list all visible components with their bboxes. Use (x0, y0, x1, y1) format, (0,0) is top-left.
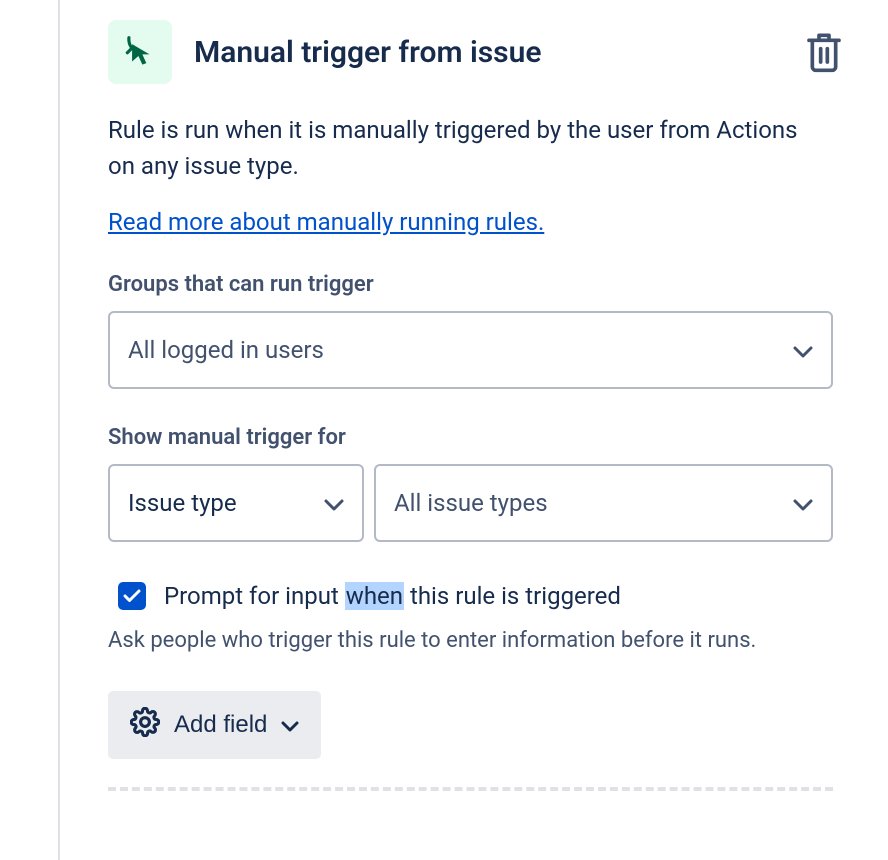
chevron-down-icon (793, 489, 813, 517)
add-field-label: Add field (174, 711, 267, 739)
manual-trigger-icon (108, 20, 172, 84)
add-field-button[interactable]: Add field (108, 691, 321, 759)
filter-value-text: All issue types (394, 489, 548, 517)
prompt-input-label: Prompt for input when this rule is trigg… (164, 582, 621, 610)
chevron-down-icon (324, 489, 344, 517)
filter-type-value: Issue type (128, 489, 237, 517)
filter-type-select[interactable]: Issue type (108, 464, 364, 542)
page-title: Manual trigger from issue (194, 35, 542, 70)
prompt-help-text: Ask people who trigger this rule to ente… (108, 624, 828, 657)
prompt-input-checkbox[interactable] (118, 582, 146, 610)
chevron-down-icon (793, 336, 813, 364)
groups-select[interactable]: All logged in users (108, 311, 833, 389)
chevron-down-icon (281, 711, 299, 739)
groups-select-value: All logged in users (128, 336, 324, 364)
highlighted-text: when (345, 582, 404, 610)
divider (108, 787, 833, 791)
show-trigger-label: Show manual trigger for (108, 425, 848, 450)
read-more-link[interactable]: Read more about manually running rules. (108, 208, 544, 236)
rule-description: Rule is run when it is manually triggere… (108, 112, 828, 184)
delete-button[interactable] (800, 26, 848, 78)
filter-value-select[interactable]: All issue types (374, 464, 833, 542)
gear-icon (130, 707, 160, 744)
groups-label: Groups that can run trigger (108, 272, 848, 297)
